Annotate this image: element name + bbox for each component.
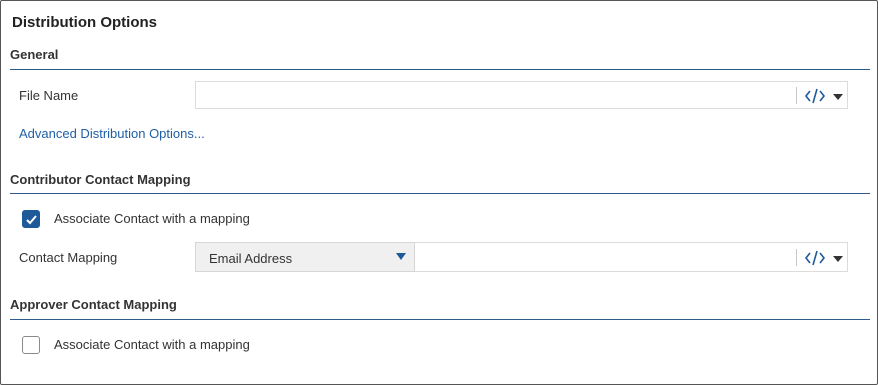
code-icon[interactable] [804, 87, 826, 105]
section-divider-contributor [10, 193, 870, 194]
contributor-associate-label[interactable]: Associate Contact with a mapping [54, 211, 250, 226]
caret-down-icon[interactable] [832, 90, 844, 102]
section-heading-contributor: Contributor Contact Mapping [10, 172, 191, 187]
field-divider [796, 87, 797, 104]
approver-associate-checkbox[interactable] [22, 336, 40, 354]
advanced-distribution-options-link[interactable]: Advanced Distribution Options... [19, 126, 205, 141]
approver-associate-label[interactable]: Associate Contact with a mapping [54, 337, 250, 352]
section-divider-approver [10, 319, 870, 320]
caret-down-icon[interactable] [832, 252, 844, 264]
contributor-associate-checkbox[interactable] [22, 210, 40, 228]
select-arrow-icon [396, 253, 406, 260]
field-divider [796, 249, 797, 266]
panel-title: Distribution Options [12, 14, 157, 31]
contact-mapping-select[interactable]: Email Address [195, 242, 415, 272]
contact-mapping-selected-value: Email Address [209, 251, 293, 266]
section-heading-approver: Approver Contact Mapping [10, 297, 177, 312]
checkmark-icon [26, 215, 37, 225]
file-name-label: File Name [19, 88, 79, 103]
contact-mapping-label: Contact Mapping [19, 250, 118, 265]
section-heading-general: General [10, 47, 59, 62]
section-divider-general [10, 69, 870, 70]
code-icon[interactable] [804, 249, 826, 267]
file-name-input[interactable] [196, 82, 791, 108]
distribution-options-panel: Distribution Options General File Name A… [0, 0, 878, 385]
file-name-field [195, 81, 848, 109]
